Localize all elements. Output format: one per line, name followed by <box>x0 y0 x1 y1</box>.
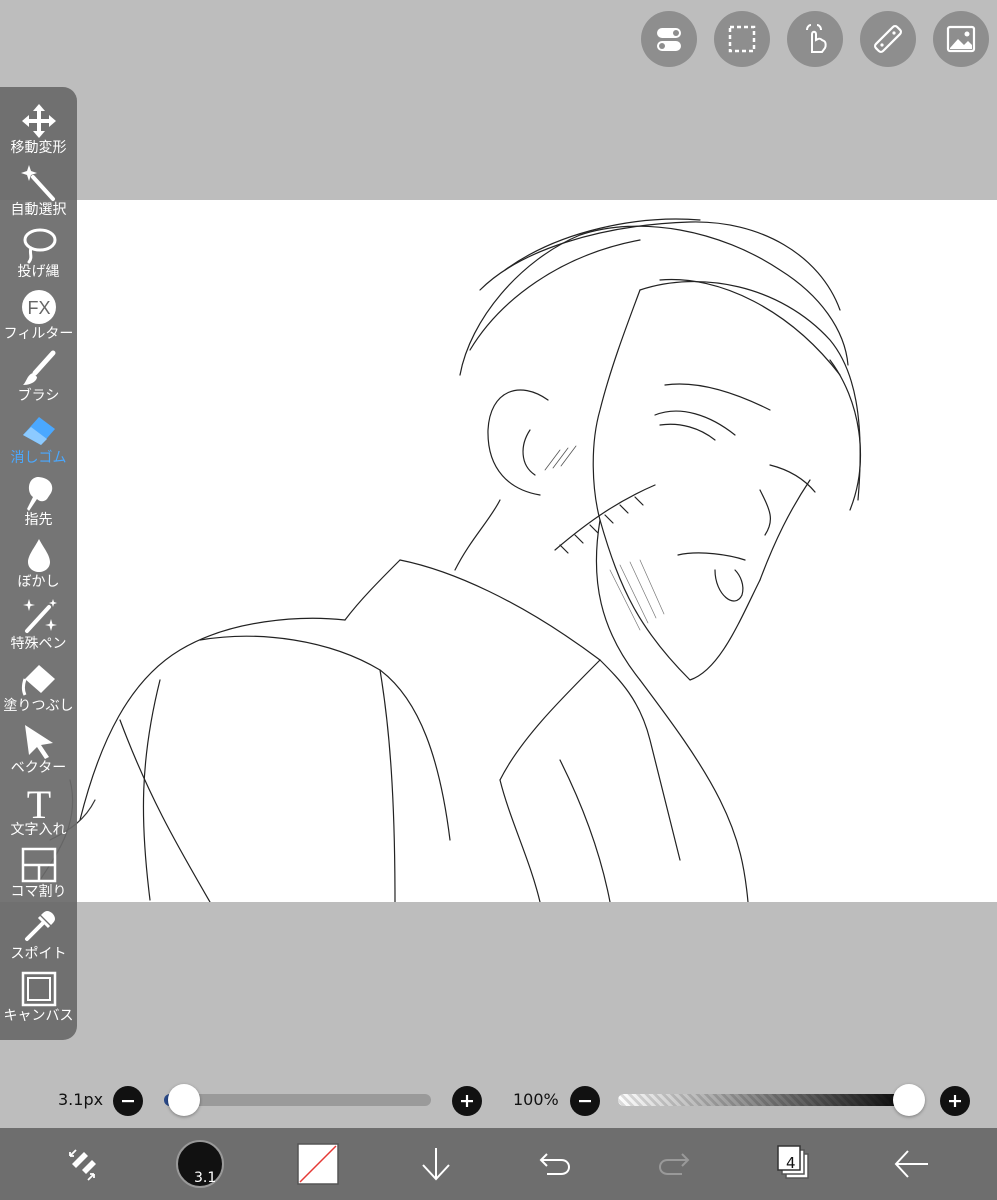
bottom-toolbar: 3.1 4 <box>0 1128 997 1200</box>
tool-canvas[interactable]: キャンバス <box>0 967 77 1029</box>
panel-divide-icon <box>21 847 56 883</box>
tool-label: 投げ縄 <box>17 264 60 280</box>
minus-icon <box>579 1100 591 1103</box>
brush-size-button[interactable]: 3.1 <box>172 1136 228 1192</box>
toggle-button[interactable] <box>641 11 697 67</box>
drawing-canvas[interactable] <box>0 200 997 902</box>
color-swatch-icon <box>297 1143 339 1185</box>
fx-icon: FX <box>21 290 56 324</box>
magic-wand-icon <box>20 165 55 201</box>
size-decrease-button[interactable] <box>113 1086 143 1116</box>
color-swatch-button[interactable] <box>290 1136 346 1192</box>
tool-eyedropper[interactable]: スポイト <box>0 905 77 967</box>
redo-icon <box>658 1153 690 1175</box>
redo-button[interactable] <box>646 1136 702 1192</box>
download-arrow-icon <box>422 1148 450 1181</box>
brush-icon <box>22 350 55 385</box>
selection-icon <box>728 25 756 53</box>
undo-button[interactable] <box>527 1136 583 1192</box>
tool-label: 塗りつぶし <box>3 698 74 714</box>
text-icon: T <box>26 783 50 823</box>
tool-panel-divide[interactable]: コマ割り <box>0 843 77 905</box>
move-icon <box>21 104 56 138</box>
tool-text[interactable]: T 文字入れ <box>0 781 77 843</box>
layer-count: 4 <box>786 1154 796 1172</box>
eraser-icon <box>22 417 55 445</box>
opacity-slider-thumb[interactable] <box>893 1084 925 1116</box>
plus-icon <box>461 1095 473 1107</box>
touch-gesture-icon <box>806 24 827 53</box>
ruler-icon <box>874 25 902 53</box>
blur-drop-icon <box>27 539 50 572</box>
tool-label: ブラシ <box>17 388 60 404</box>
back-arrow-icon <box>894 1150 928 1178</box>
opacity-decrease-button[interactable] <box>570 1086 600 1116</box>
toggle-icon <box>657 28 681 51</box>
opacity-value: 100% <box>513 1090 559 1109</box>
tool-label: 移動変形 <box>10 140 67 156</box>
tool-filter[interactable]: FX フィルター <box>0 285 77 347</box>
tool-label: 文字入れ <box>10 822 67 838</box>
smudge-icon <box>26 477 52 511</box>
image-button[interactable] <box>933 11 989 67</box>
tool-label: 自動選択 <box>10 202 67 218</box>
tool-eraser[interactable]: 消しゴム <box>0 409 77 471</box>
opacity-slider-gradient <box>618 1094 916 1106</box>
tool-panel: 移動変形 自動選択 投げ縄 FX フィルター ブラシ 消しゴム 指先 ぼかし 特… <box>0 87 77 1040</box>
size-slider-track[interactable] <box>164 1094 431 1106</box>
swap-colors-icon <box>69 1149 96 1181</box>
plus-icon <box>949 1095 961 1107</box>
canvas-icon <box>21 971 56 1007</box>
tool-label: 消しゴム <box>10 450 67 466</box>
undo-icon <box>539 1153 571 1175</box>
tool-brush[interactable]: ブラシ <box>0 347 77 409</box>
image-icon <box>946 25 976 53</box>
minus-icon <box>122 1100 134 1103</box>
svg-text:FX: FX <box>27 298 50 318</box>
lasso-icon <box>23 228 56 264</box>
tool-label: フィルター <box>3 326 74 342</box>
sketch-drawing <box>39 218 861 902</box>
tool-label: ぼかし <box>17 574 60 590</box>
tool-label: コマ割り <box>10 884 67 900</box>
tool-label: 指先 <box>24 512 53 528</box>
tool-vector[interactable]: ベクター <box>0 719 77 781</box>
eyedropper-icon <box>24 911 55 941</box>
tool-label: キャンバス <box>3 1008 74 1024</box>
layers-button[interactable]: 4 <box>765 1136 821 1192</box>
ruler-button[interactable] <box>860 11 916 67</box>
tool-label: ベクター <box>10 760 67 776</box>
tool-fill[interactable]: 塗りつぶし <box>0 657 77 719</box>
tool-blur[interactable]: ぼかし <box>0 533 77 595</box>
tool-special-pen[interactable]: 特殊ペン <box>0 595 77 657</box>
swap-colors-button[interactable] <box>54 1136 110 1192</box>
tool-lasso[interactable]: 投げ縄 <box>0 223 77 285</box>
tool-label: 特殊ペン <box>10 636 67 652</box>
back-button[interactable] <box>884 1136 940 1192</box>
fill-bucket-icon <box>21 665 55 696</box>
brush-size-badge: 3.1 <box>194 1170 217 1186</box>
tool-smudge[interactable]: 指先 <box>0 471 77 533</box>
special-pen-icon <box>22 599 57 633</box>
brush-size-value: 3.1px <box>58 1090 104 1109</box>
selection-button[interactable] <box>714 11 770 67</box>
size-slider-thumb[interactable] <box>168 1084 200 1116</box>
size-increase-button[interactable] <box>452 1086 482 1116</box>
svg-text:T: T <box>26 783 50 823</box>
download-button[interactable] <box>408 1136 464 1192</box>
tool-move[interactable]: 移動変形 <box>0 99 77 161</box>
touch-gesture-button[interactable] <box>787 11 843 67</box>
opacity-increase-button[interactable] <box>940 1086 970 1116</box>
tool-label: スポイト <box>10 946 67 962</box>
tool-auto-select[interactable]: 自動選択 <box>0 161 77 223</box>
vector-arrow-icon <box>24 725 53 759</box>
